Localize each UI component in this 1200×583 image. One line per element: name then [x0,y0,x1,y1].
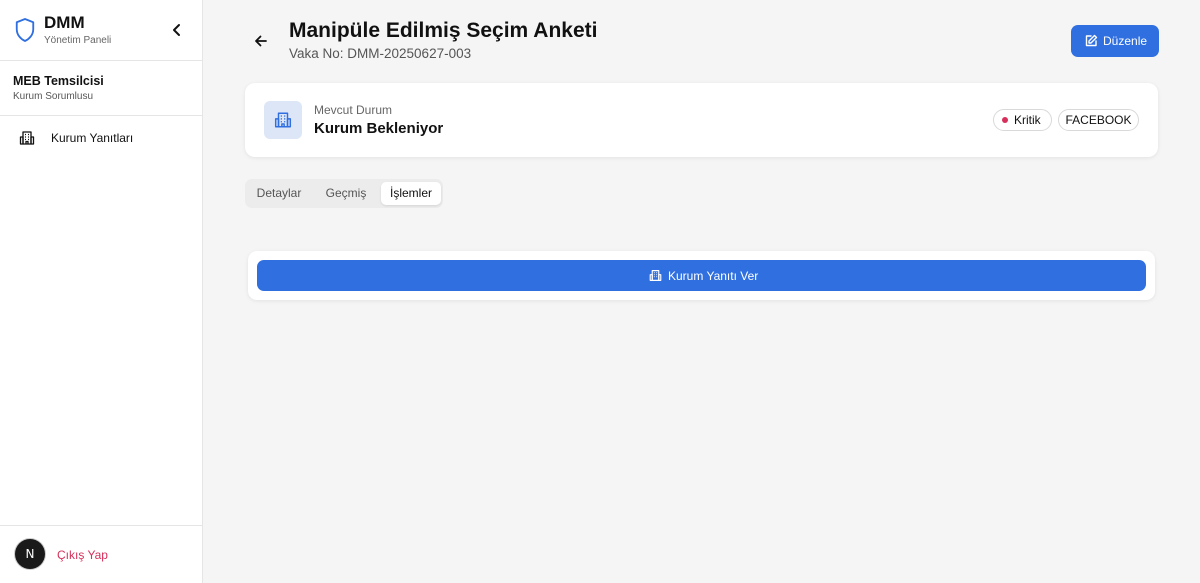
sidebar-item-kurum-yanitlari[interactable]: Kurum Yanıtları [0,125,202,151]
building-icon [19,131,35,145]
priority-badge: Kritik [993,109,1052,131]
avatar[interactable]: N [15,539,45,569]
edit-button[interactable]: Düzenle [1071,25,1159,57]
shield-icon [15,18,35,42]
platform-badge: FACEBOOK [1058,109,1139,131]
logout-link[interactable]: Çıkış Yap [57,548,108,562]
app-subtitle: Yönetim Paneli [44,35,112,46]
page-title: Manipüle Edilmiş Seçim Anketi [289,19,598,42]
tab-detaylar[interactable]: Detaylar [249,182,309,205]
status-card: Mevcut Durum Kurum Bekleniyor Kritik FAC… [245,83,1158,157]
collapse-sidebar-icon[interactable] [168,20,186,40]
sidebar-item-label: Kurum Yanıtları [51,131,134,145]
tab-bar: Detaylar Geçmiş İşlemler [245,179,443,208]
tab-gecmis[interactable]: Geçmiş [315,182,377,205]
user-role: Kurum Sorumlusu [13,91,94,102]
case-number: Vaka No: DMM-20250627-003 [289,46,472,61]
status-label: Mevcut Durum [314,103,393,117]
back-arrow-icon[interactable] [252,32,270,50]
sidebar-footer: N Çıkış Yap [0,525,202,583]
sidebar: DMM Yönetim Paneli MEB Temsilcisi Kurum … [0,0,203,583]
user-name: MEB Temsilcisi [13,74,104,88]
institution-response-button[interactable]: Kurum Yanıtı Ver [257,260,1146,291]
status-icon-box [264,101,302,139]
user-info: MEB Temsilcisi Kurum Sorumlusu [0,61,202,116]
status-dot-icon [1002,117,1008,123]
actions-card: Kurum Yanıtı Ver [248,251,1155,300]
priority-label: Kritik [1014,113,1041,127]
tab-islemler[interactable]: İşlemler [381,182,441,205]
building-icon [649,270,662,281]
edit-button-label: Düzenle [1103,34,1148,48]
status-value: Kurum Bekleniyor [314,120,444,137]
brand-header: DMM Yönetim Paneli [0,0,202,61]
institution-response-label: Kurum Yanıtı Ver [668,269,759,283]
edit-icon [1085,34,1098,47]
building-icon [274,112,292,128]
app-title: DMM [44,13,85,32]
